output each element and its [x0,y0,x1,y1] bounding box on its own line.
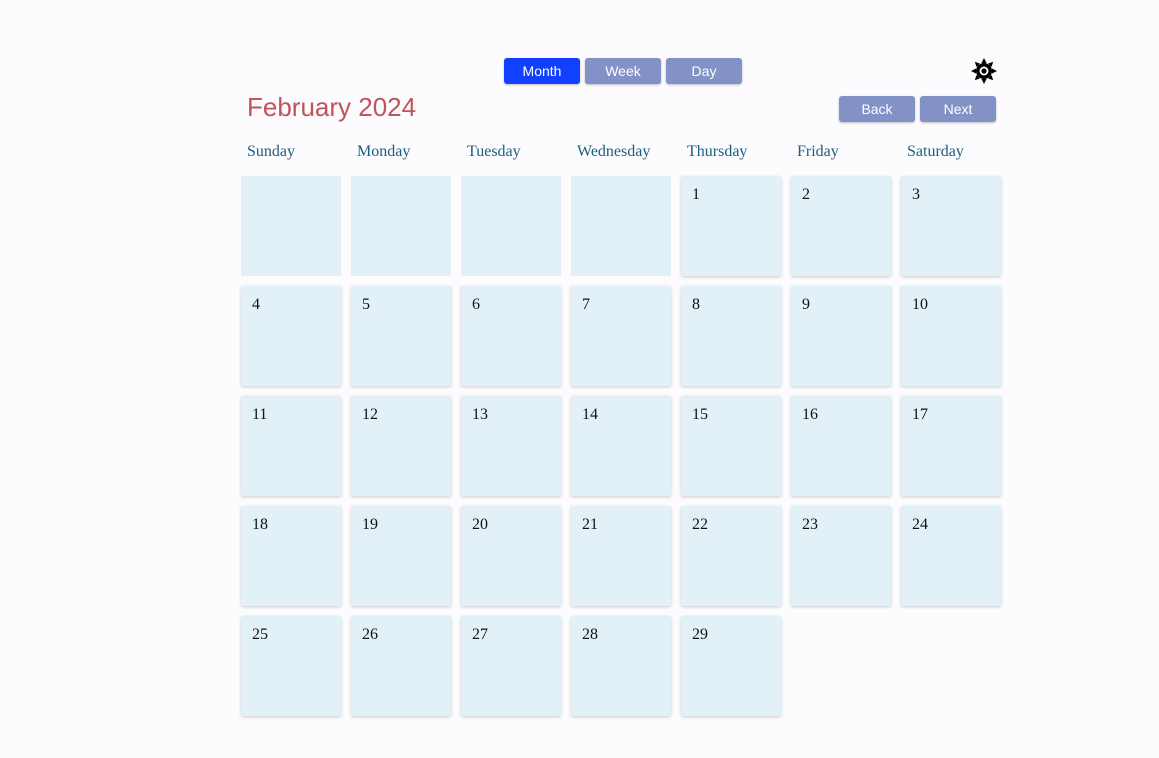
empty-day-cell [571,176,671,276]
day-cell[interactable]: 5 [351,286,451,386]
month-view-button[interactable]: Month [504,58,580,84]
day-number: 16 [802,406,818,423]
next-button[interactable]: Next [920,96,996,122]
day-view-button[interactable]: Day [666,58,742,84]
weekday-label-wednesday: Wednesday [577,143,651,160]
day-number: 24 [912,516,928,533]
month-navigation: Back Next [839,96,996,122]
day-number: 29 [692,626,708,643]
weekday-label-thursday: Thursday [687,143,748,160]
day-number: 5 [362,296,370,313]
day-cell[interactable]: 19 [351,506,451,606]
day-number: 28 [582,626,598,643]
day-cell[interactable]: 6 [461,286,561,386]
empty-day-cell [241,176,341,276]
day-cell[interactable]: 3 [901,176,1001,276]
day-number: 14 [582,406,598,423]
day-cell[interactable]: 22 [681,506,781,606]
weekday-label-friday: Friday [797,143,839,160]
day-cell[interactable]: 14 [571,396,671,496]
empty-day-cell [351,176,451,276]
weekday-label-monday: Monday [357,143,411,160]
day-cell[interactable]: 29 [681,616,781,716]
day-number: 1 [692,186,700,203]
sun-icon [971,58,997,84]
day-number: 20 [472,516,488,533]
day-number: 8 [692,296,700,313]
day-number: 22 [692,516,708,533]
day-number: 4 [252,296,260,313]
day-cell[interactable]: 7 [571,286,671,386]
theme-toggle-button[interactable] [970,57,998,85]
day-number: 10 [912,296,928,313]
day-number: 9 [802,296,810,313]
day-number: 27 [472,626,488,643]
day-cell[interactable]: 20 [461,506,561,606]
day-cell[interactable]: 4 [241,286,341,386]
day-number: 19 [362,516,378,533]
weekday-label-saturday: Saturday [907,143,964,160]
empty-day-cell [461,176,561,276]
day-cell[interactable]: 10 [901,286,1001,386]
day-cell[interactable]: 25 [241,616,341,716]
month-title: February 2024 [247,92,417,122]
weekday-label-sunday: Sunday [247,143,295,160]
day-number: 26 [362,626,378,643]
back-button[interactable]: Back [839,96,915,122]
day-cell[interactable]: 23 [791,506,891,606]
day-number: 15 [692,406,708,423]
day-number: 2 [802,186,810,203]
day-cell[interactable]: 24 [901,506,1001,606]
day-number: 6 [472,296,480,313]
week-view-button[interactable]: Week [585,58,661,84]
day-number: 25 [252,626,268,643]
day-number: 21 [582,516,598,533]
day-cell[interactable]: 18 [241,506,341,606]
day-cell[interactable]: 11 [241,396,341,496]
view-switcher: Month Week Day [504,58,742,84]
day-number: 12 [362,406,378,423]
day-cell[interactable]: 1 [681,176,781,276]
day-number: 11 [252,406,268,423]
day-number: 23 [802,516,818,533]
day-cell[interactable]: 17 [901,396,1001,496]
day-number: 17 [912,406,928,423]
weekday-label-tuesday: Tuesday [467,143,521,160]
day-cell[interactable]: 9 [791,286,891,386]
day-cell[interactable]: 2 [791,176,891,276]
day-number: 13 [472,406,488,423]
weekday-header-row: Sunday Monday Tuesday Wednesday Thursday… [241,143,1001,161]
day-cell[interactable]: 21 [571,506,671,606]
day-cell[interactable]: 28 [571,616,671,716]
day-number: 7 [582,296,590,313]
day-cell[interactable]: 8 [681,286,781,386]
day-cell[interactable]: 26 [351,616,451,716]
day-cell[interactable]: 12 [351,396,451,496]
day-number: 18 [252,516,268,533]
day-cell[interactable]: 13 [461,396,561,496]
day-cell[interactable]: 15 [681,396,781,496]
day-cell[interactable]: 16 [791,396,891,496]
day-number: 3 [912,186,920,203]
month-grid: 1 2 3 4 5 6 7 8 9 10 11 12 13 14 15 16 17 18 19 20 21 22 23 24 2… [241,176,1001,716]
day-cell[interactable]: 27 [461,616,561,716]
